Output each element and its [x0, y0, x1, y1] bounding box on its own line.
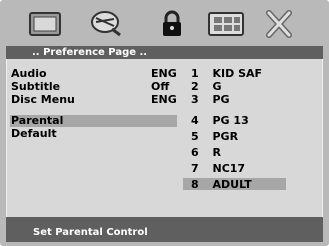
- disc-menu-value: ENG: [151, 93, 177, 106]
- menu-item-label: Disc Menu: [11, 93, 75, 106]
- menu-item-subtitle[interactable]: Subtitle: [11, 80, 60, 93]
- menu-item-label: Parental: [11, 114, 64, 127]
- option-number: 3: [191, 93, 199, 106]
- option-label: PG 13: [212, 114, 249, 127]
- option-label: KID SAF: [212, 67, 263, 80]
- menu-item-label: Default: [11, 127, 57, 140]
- option-label: PGR: [212, 130, 239, 143]
- option-label: G: [212, 80, 222, 93]
- close-icon[interactable]: [258, 9, 300, 39]
- menu-item-parental[interactable]: Parental: [11, 114, 63, 127]
- menu-item-label: Audio: [11, 67, 47, 80]
- icon-bar: [6, 4, 323, 44]
- parental-option-6[interactable]: 6 R: [191, 146, 221, 159]
- parental-option-1[interactable]: 1 KID SAF: [191, 67, 262, 80]
- option-number: 6: [191, 146, 199, 159]
- parental-option-2[interactable]: 2 G: [191, 80, 222, 93]
- menu-item-label: Subtitle: [11, 80, 61, 93]
- option-label: R: [212, 146, 221, 159]
- status-bar: Set Parental Control: [6, 217, 323, 242]
- status-text: Set Parental Control: [33, 227, 148, 238]
- option-number: 5: [191, 130, 199, 143]
- option-number: 1: [191, 67, 199, 80]
- page-title: .. Preference Page ..: [6, 46, 323, 59]
- menu-item-default[interactable]: Default: [11, 127, 57, 140]
- preview-icon[interactable]: [206, 9, 248, 39]
- menu-content: Audio Subtitle Disc Menu Parental Defaul…: [6, 59, 323, 217]
- disc-icon[interactable]: [86, 9, 128, 39]
- subtitle-value: Off: [151, 80, 170, 93]
- option-label: PG: [212, 93, 230, 106]
- option-label: NC17: [212, 162, 246, 175]
- parental-option-5[interactable]: 5 PGR: [191, 130, 238, 143]
- audio-value: ENG: [151, 67, 177, 80]
- dvd-setup-menu: .. Preference Page .. Audio Subtitle Dis…: [0, 0, 329, 246]
- parental-option-8[interactable]: 8 ADULT: [191, 178, 252, 191]
- option-number: 2: [191, 80, 199, 93]
- parental-option-7[interactable]: 7 NC17: [191, 162, 245, 175]
- option-number: 4: [191, 114, 199, 127]
- parental-option-4[interactable]: 4 PG 13: [191, 114, 249, 127]
- page-title-text: .. Preference Page ..: [32, 47, 148, 58]
- parental-option-3[interactable]: 3 PG: [191, 93, 230, 106]
- option-number: 8: [191, 178, 199, 191]
- menu-item-audio[interactable]: Audio: [11, 67, 47, 80]
- lock-icon[interactable]: [151, 9, 193, 39]
- picture-icon[interactable]: [24, 9, 66, 39]
- menu-item-disc-menu[interactable]: Disc Menu: [11, 93, 75, 106]
- option-number: 7: [191, 162, 199, 175]
- option-label: ADULT: [212, 178, 252, 191]
